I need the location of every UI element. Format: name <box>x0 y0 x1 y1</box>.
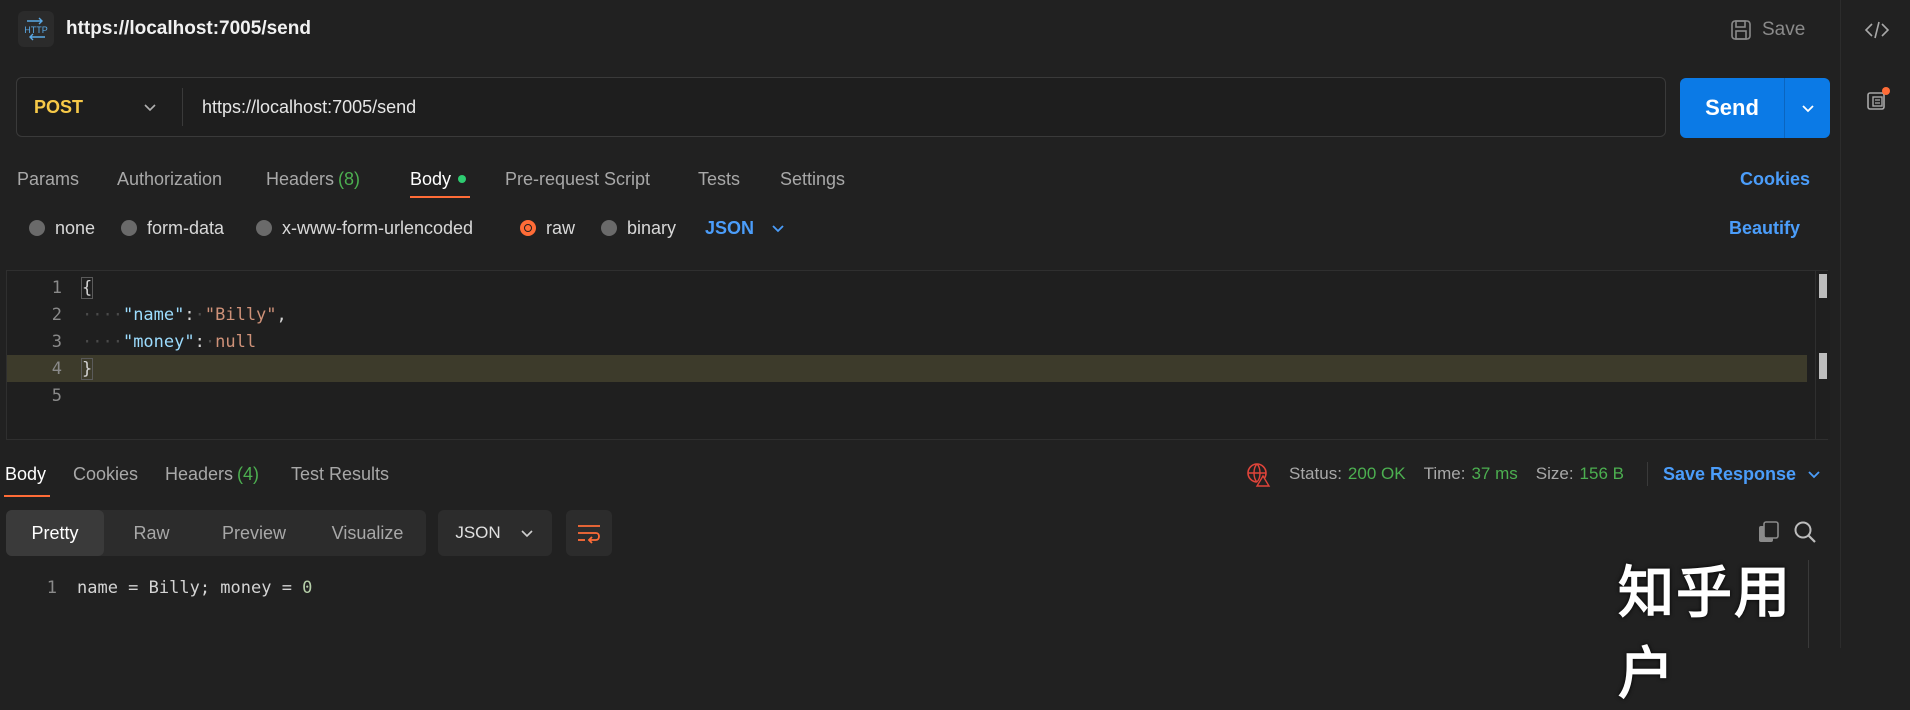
line-number: 1 <box>46 578 57 598</box>
editor-line: 5 <box>7 382 1807 409</box>
response-text: name = Billy; money = <box>77 578 303 598</box>
editor-line: 2 ····"name":·"Billy", <box>7 301 1807 328</box>
line-number: 5 <box>51 385 62 406</box>
radio-circle <box>601 220 617 236</box>
response-tab-body[interactable]: Body <box>5 455 46 493</box>
tab-headers[interactable]: Headers (8) <box>266 160 360 198</box>
http-request-icon: HTTP <box>18 11 54 47</box>
wrap-lines-button[interactable] <box>566 510 612 556</box>
right-sidebar <box>1840 0 1910 648</box>
beautify-button[interactable]: Beautify <box>1729 213 1800 243</box>
radio-circle <box>121 220 137 236</box>
json-key: "name" <box>122 304 185 325</box>
view-preview-button[interactable]: Preview <box>199 510 309 556</box>
editor-scrollbar[interactable] <box>1815 271 1830 439</box>
json-value: "Billy" <box>204 304 277 325</box>
response-tab-headers[interactable]: Headers (4) <box>165 455 259 493</box>
headers-count: (8) <box>338 168 361 189</box>
response-view-mode: Pretty Raw Preview Visualize <box>6 510 426 556</box>
editor-line-current: 4 } <box>7 355 1807 382</box>
tab-prerequest-script[interactable]: Pre-request Script <box>505 160 650 198</box>
tab-body[interactable]: Body <box>410 160 467 198</box>
response-active-tab-underline <box>4 495 50 497</box>
chevron-down-icon[interactable] <box>142 78 158 136</box>
response-number: 0 <box>302 578 313 598</box>
response-status-bar: Status: 200 OK Time: 37 ms Size: 156 B <box>1245 455 1642 493</box>
radio-raw[interactable]: raw <box>520 213 575 243</box>
editor-line: 3 ····"money":·null <box>7 328 1807 355</box>
json-key: "money" <box>122 331 195 352</box>
cookies-link[interactable]: Cookies <box>1740 160 1810 198</box>
response-body-line: 1 name = Billy; money = 0 <box>0 574 313 602</box>
wrap-text-icon <box>578 525 600 544</box>
send-options-chevron-icon[interactable] <box>1785 78 1830 138</box>
request-tabs: Params Authorization Headers (8) Body Pre… <box>0 160 1840 200</box>
radio-circle <box>256 220 272 236</box>
tab-authorization[interactable]: Authorization <box>117 160 222 198</box>
main-pane: HTTP https://localhost:7005/send Save PO… <box>0 0 1840 707</box>
response-time[interactable]: Time: 37 ms <box>1424 464 1518 484</box>
response-size[interactable]: Size: 156 B <box>1536 464 1624 484</box>
editor-line: 1 { <box>7 274 1807 301</box>
body-modified-dot <box>458 175 467 183</box>
view-raw-button[interactable]: Raw <box>104 510 199 556</box>
documentation-icon[interactable] <box>1863 86 1891 114</box>
body-type-selector: none form-data x-www-form-urlencoded raw… <box>0 213 1840 243</box>
globe-warning-icon[interactable] <box>1245 461 1271 487</box>
line-number: 3 <box>51 331 62 352</box>
response-format-select[interactable]: JSON <box>438 510 552 556</box>
status-divider <box>1647 462 1648 486</box>
radio-none[interactable]: none <box>29 213 95 243</box>
method-select[interactable]: POST <box>34 78 83 136</box>
active-tab-underline <box>410 196 470 198</box>
tab-settings[interactable]: Settings <box>780 160 845 198</box>
save-icon <box>1731 20 1751 40</box>
request-body-editor[interactable]: 1 { 2 ····"name":·"Billy", 3 ····"money"… <box>6 270 1830 440</box>
save-response-button[interactable]: Save Response <box>1663 455 1822 493</box>
chevron-down-icon <box>772 225 784 233</box>
tab-tests[interactable]: Tests <box>698 160 740 198</box>
watermark-text: 知乎用户 <box>1618 561 1792 707</box>
radio-form-data[interactable]: form-data <box>121 213 224 243</box>
title-bar: HTTP https://localhost:7005/send Save <box>0 0 1840 60</box>
view-pretty-button[interactable]: Pretty <box>6 510 104 556</box>
response-tab-cookies[interactable]: Cookies <box>73 455 138 493</box>
code-snippet-icon[interactable] <box>1863 16 1891 44</box>
tab-params[interactable]: Params <box>17 160 79 198</box>
request-url-bar: POST https://localhost:7005/send <box>16 77 1666 137</box>
close-brace: } <box>80 357 94 380</box>
open-brace: { <box>80 276 94 299</box>
json-value: null <box>215 331 257 352</box>
body-format-select[interactable]: JSON <box>705 213 786 243</box>
radio-circle <box>29 220 45 236</box>
scrollbar-marker <box>1819 353 1827 379</box>
response-tab-test-results[interactable]: Test Results <box>291 455 389 493</box>
line-number: 1 <box>51 277 62 298</box>
line-number: 2 <box>51 304 62 325</box>
view-visualize-button[interactable]: Visualize <box>309 510 426 556</box>
chevron-down-icon <box>521 530 533 538</box>
url-input[interactable]: https://localhost:7005/send <box>202 78 416 136</box>
status-code[interactable]: Status: 200 OK <box>1289 464 1406 484</box>
page-title: https://localhost:7005/send <box>66 18 311 39</box>
radio-circle-selected <box>520 220 536 236</box>
chevron-down-icon <box>1808 471 1820 479</box>
send-label[interactable]: Send <box>1680 78 1784 138</box>
save-button[interactable]: Save <box>1730 16 1805 44</box>
radio-binary[interactable]: binary <box>601 213 676 243</box>
line-number: 4 <box>51 358 62 379</box>
response-headers-count: (4) <box>237 463 260 484</box>
scrollbar-thumb[interactable] <box>1819 274 1827 298</box>
url-divider <box>182 88 183 126</box>
radio-x-www-form-urlencoded[interactable]: x-www-form-urlencoded <box>256 213 473 243</box>
search-icon[interactable] <box>1792 519 1818 545</box>
copy-icon[interactable] <box>1756 519 1782 545</box>
svg-text:HTTP: HTTP <box>24 25 48 35</box>
send-button[interactable]: Send <box>1680 78 1830 138</box>
save-label: Save <box>1762 19 1806 40</box>
